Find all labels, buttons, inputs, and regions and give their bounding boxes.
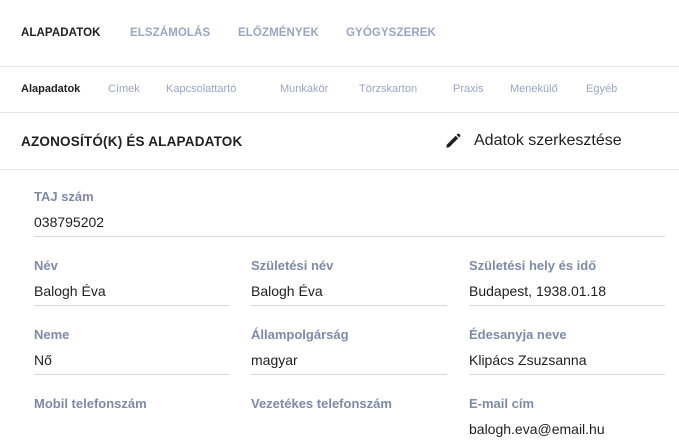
tab-alapadatok[interactable]: ALAPADATOK (21, 27, 101, 39)
field-label-edesanyja-neve: Édesanyja neve (469, 327, 567, 342)
field-label-allampolgarsag: Állampolgárság (251, 327, 349, 342)
field-nev: Név Balogh Éva (34, 258, 229, 306)
patient-details-panel: ALAPADATOK ELSZÁMOLÁS ELŐZMÉNYEK GYÓGYSZ… (0, 0, 679, 442)
field-value-allampolgarsag: magyar (251, 352, 298, 368)
subtab-alapadatok[interactable]: Alapadatok (21, 83, 80, 95)
main-tab-bar: ALAPADATOK ELSZÁMOLÁS ELŐZMÉNYEK GYÓGYSZ… (0, 0, 679, 67)
field-mobil: Mobil telefonszám (34, 396, 229, 443)
field-label-neme: Neme (34, 327, 70, 342)
field-value-neme: Nő (34, 352, 52, 368)
field-taj: TAJ szám 038795202 (34, 189, 665, 237)
field-neme: Neme Nő (34, 327, 229, 375)
field-value-szuletesi-nev: Balogh Éva (251, 283, 323, 299)
field-value-email: balogh.eva@email.hu (469, 421, 605, 437)
field-label-email: E-mail cím (469, 396, 535, 411)
pencil-icon (446, 133, 461, 148)
subtab-egyeb[interactable]: Egyéb (586, 83, 617, 95)
edit-data-button[interactable]: Adatok szerkesztése (444, 128, 622, 154)
field-value-nev: Balogh Éva (34, 283, 106, 299)
field-value-edesanyja-neve: Klipács Zsuzsanna (469, 352, 587, 368)
field-value-szuletesi-hely-ido: Budapest, 1938.01.18 (469, 283, 607, 299)
section-title: AZONOSÍTÓ(K) ÉS ALAPADATOK (21, 134, 243, 149)
field-label-taj: TAJ szám (34, 189, 94, 204)
field-szuletesi-nev: Születési név Balogh Éva (251, 258, 447, 306)
field-label-szuletesi-hely-ido: Születési hely és idő (469, 258, 597, 273)
subtab-praxis[interactable]: Praxis (453, 83, 484, 95)
tab-elszamolas[interactable]: ELSZÁMOLÁS (130, 27, 210, 39)
field-label-nev: Név (34, 258, 58, 273)
subtab-kapcsolattarto[interactable]: Kapcsolattartó (166, 83, 236, 95)
field-label-szuletesi-nev: Születési név (251, 258, 334, 273)
field-label-mobil: Mobil telefonszám (34, 396, 147, 411)
field-value-taj: 038795202 (34, 214, 105, 230)
subtab-munkakor[interactable]: Munkakör (280, 83, 328, 95)
section-header: AZONOSÍTÓ(K) ÉS ALAPADATOK Adatok szerke… (0, 113, 679, 170)
field-email: E-mail cím balogh.eva@email.hu (469, 396, 665, 443)
subtab-cimek[interactable]: Címek (108, 83, 140, 95)
sub-tab-bar: Alapadatok Címek Kapcsolattartó Munkakör… (0, 67, 679, 113)
edit-data-label: Adatok szerkesztése (474, 132, 622, 149)
field-szuletesi-hely-ido: Születési hely és idő Budapest, 1938.01.… (469, 258, 665, 306)
tab-elozmenyek[interactable]: ELŐZMÉNYEK (238, 27, 319, 39)
tab-gyogyszerek[interactable]: GYÓGYSZEREK (346, 27, 436, 39)
subtab-torzskarton[interactable]: Törzskarton (359, 83, 417, 95)
field-vezetekes: Vezetékes telefonszám (251, 396, 447, 443)
subtab-menekulo[interactable]: Menekülő (510, 83, 558, 95)
field-label-vezetekes: Vezetékes telefonszám (251, 396, 392, 411)
field-edesanyja-neve: Édesanyja neve Klipács Zsuzsanna (469, 327, 665, 375)
field-allampolgarsag: Állampolgárság magyar (251, 327, 447, 375)
